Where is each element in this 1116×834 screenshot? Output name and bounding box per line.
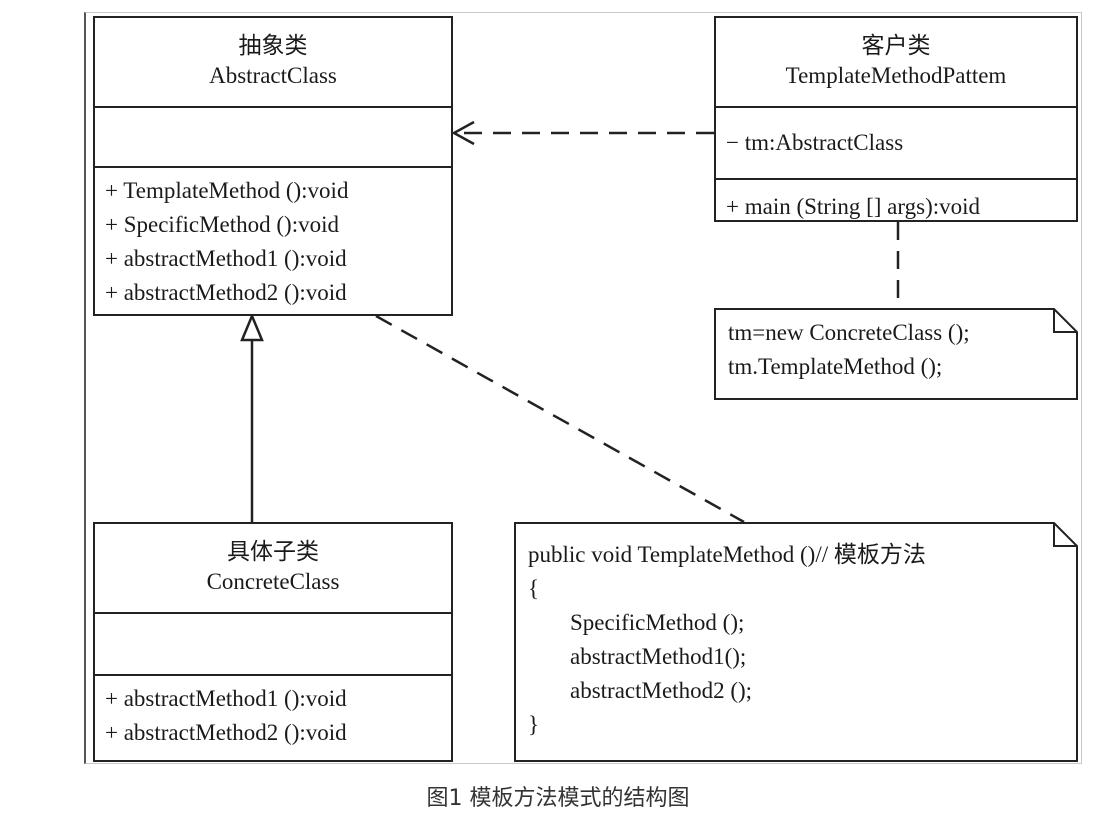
client-note-line-1: tm=new ConcreteClass (); (728, 320, 970, 345)
client-class-box[interactable]: 客户类 TemplateMethodPattem − tm:AbstractCl… (714, 16, 1078, 222)
abstract-class-box[interactable]: 抽象类 AbstractClass + TemplateMethod ():vo… (93, 16, 453, 316)
concrete-method-abstract1: + abstractMethod1 ():void (105, 686, 347, 711)
client-class-name-en: TemplateMethodPattem (785, 63, 1007, 88)
client-note-line-2: tm.TemplateMethod (); (728, 354, 943, 379)
concrete-method-abstract2: + abstractMethod2 ():void (105, 720, 347, 745)
abstract-method-template: + TemplateMethod ():void (105, 178, 349, 203)
abstract-class-name-cn: 抽象类 (238, 33, 308, 58)
template-note-call-abstract1: abstractMethod1(); (570, 644, 747, 669)
concrete-class-methods: + abstractMethod1 ():void + abstractMeth… (95, 674, 451, 760)
abstract-method-abstract1: + abstractMethod1 ():void (105, 246, 347, 271)
abstract-class-header: 抽象类 AbstractClass (95, 18, 451, 106)
template-method-note[interactable]: public void TemplateMethod ()// 模板方法 { S… (514, 522, 1078, 762)
client-note[interactable]: tm=new ConcreteClass (); tm.TemplateMeth… (714, 308, 1078, 400)
client-attribute-tm: − tm:AbstractClass (726, 130, 904, 155)
template-note-call-abstract2: abstractMethod2 (); (570, 678, 753, 703)
abstract-method-specific: + SpecificMethod ():void (105, 212, 339, 237)
client-class-attributes: − tm:AbstractClass (716, 106, 1076, 178)
client-class-name-cn: 客户类 (861, 33, 931, 58)
concrete-class-header: 具体子类 ConcreteClass (95, 524, 451, 612)
template-note-open-brace: { (528, 576, 540, 601)
client-class-header: 客户类 TemplateMethodPattem (716, 18, 1076, 106)
client-method-main: + main (String [] args):void (726, 194, 981, 219)
template-note-call-specific: SpecificMethod (); (570, 610, 745, 635)
abstract-class-attributes (95, 106, 451, 166)
concrete-class-attributes (95, 612, 451, 674)
client-class-methods: + main (String [] args):void (716, 178, 1076, 220)
concrete-class-name-cn: 具体子类 (227, 539, 319, 564)
template-note-signature: public void TemplateMethod ()// 模板方法 (528, 542, 926, 567)
template-note-link (375, 314, 745, 524)
concrete-class-box[interactable]: 具体子类 ConcreteClass + abstractMethod1 ():… (93, 522, 453, 762)
template-note-close-brace: } (528, 712, 540, 737)
figure-caption: 图1 模板方法模式的结构图 (426, 786, 690, 811)
abstract-class-methods: + TemplateMethod ():void + SpecificMetho… (95, 166, 451, 314)
abstract-method-abstract2: + abstractMethod2 ():void (105, 280, 347, 305)
generalization-arrowhead (240, 312, 264, 342)
abstract-class-name-en: AbstractClass (209, 63, 337, 88)
concrete-class-name-en: ConcreteClass (206, 569, 340, 594)
